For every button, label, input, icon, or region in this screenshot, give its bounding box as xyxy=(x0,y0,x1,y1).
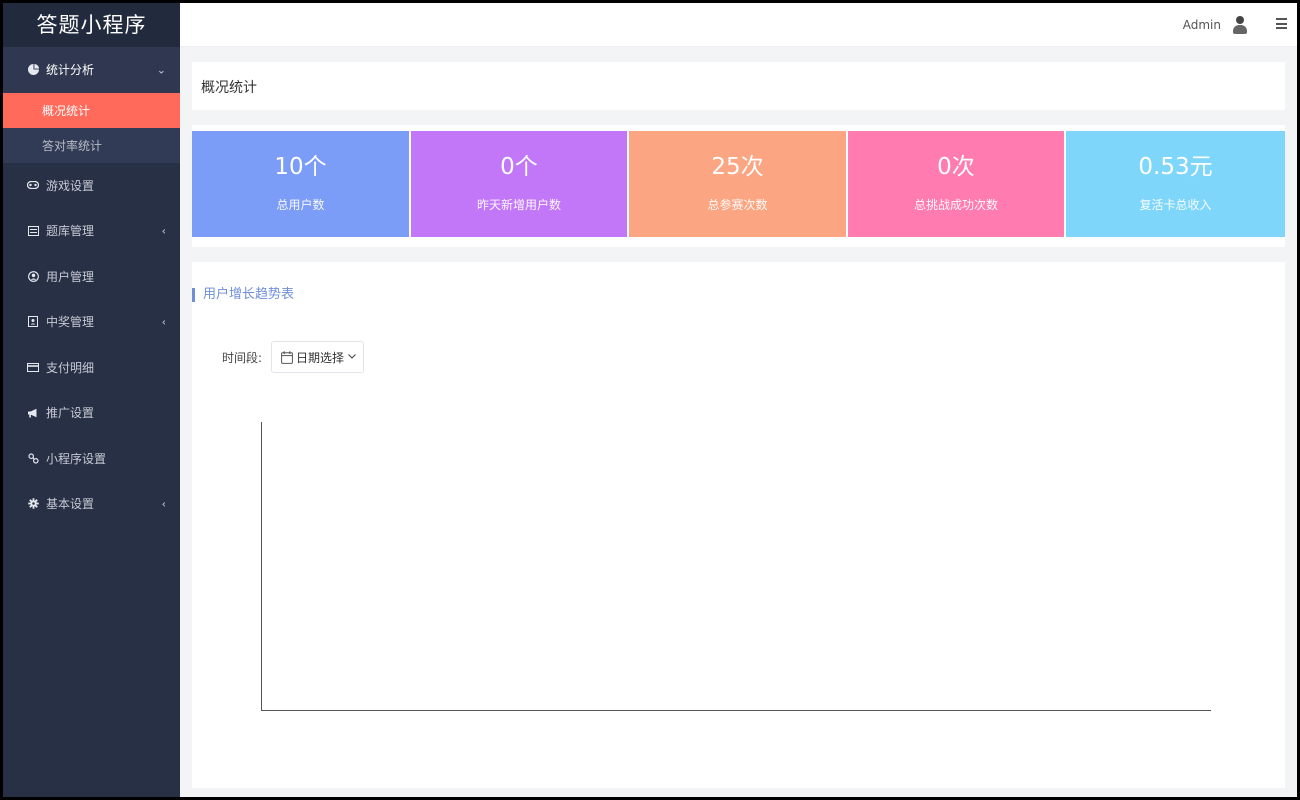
stats-panel: 10个 总用户数 0个 昨天新增用户数 25次 总参赛次数 0次 总挑战成功次数… xyxy=(192,125,1285,247)
growth-chart xyxy=(261,422,1211,711)
sidebar-item-label: 用户管理 xyxy=(46,269,95,284)
stat-label: 总用户数 xyxy=(276,198,325,212)
stat-label: 总挑战成功次数 xyxy=(913,198,998,212)
user-menu[interactable]: Admin xyxy=(1183,3,1247,47)
sidebar-item-label: 小程序设置 xyxy=(46,451,107,466)
sidebar-item-stats[interactable]: 统计分析 ⌄ xyxy=(3,47,180,93)
contact-card-icon xyxy=(27,316,39,328)
stat-value: 10个 xyxy=(274,154,327,180)
stat-label: 昨天新增用户数 xyxy=(476,198,561,212)
hamburger-menu-icon[interactable] xyxy=(1276,18,1287,29)
page-title-panel: 概况统计 xyxy=(192,62,1285,110)
sidebar-menu: 统计分析 ⌄ 概况统计 答对率统计 游戏设置 题库管理 ‹ 用户管理 中奖管理 … xyxy=(3,47,180,527)
sidebar-item-prizes[interactable]: 中奖管理 ‹ xyxy=(3,299,180,345)
sidebar-item-label: 统计分析 xyxy=(46,63,95,78)
sidebar-item-label: 支付明细 xyxy=(46,360,95,375)
sidebar: 答题小程序 统计分析 ⌄ 概况统计 答对率统计 游戏设置 题库管理 ‹ 用户管理… xyxy=(3,3,180,797)
gamepad-icon xyxy=(27,179,39,191)
stat-label: 复活卡总收入 xyxy=(1139,198,1212,212)
page-title: 概况统计 xyxy=(201,80,257,96)
user-circle-icon xyxy=(27,270,39,282)
submenu-stats: 概况统计 答对率统计 xyxy=(3,92,180,163)
sidebar-item-miniprogram[interactable]: 小程序设置 xyxy=(3,436,180,482)
user-growth-panel: 用户增长趋势表 时间段: 日期选择 xyxy=(192,262,1285,788)
sidebar-item-label: 题库管理 xyxy=(46,224,95,239)
stats-row: 10个 总用户数 0个 昨天新增用户数 25次 总参赛次数 0次 总挑战成功次数… xyxy=(192,131,1285,237)
stat-value: 0个 xyxy=(500,154,538,180)
app-frame: 答题小程序 统计分析 ⌄ 概况统计 答对率统计 游戏设置 题库管理 ‹ 用户管理… xyxy=(3,3,1297,797)
link-icon xyxy=(27,452,39,464)
sidebar-item-payments[interactable]: 支付明细 xyxy=(3,345,180,391)
stat-card-challenge-success: 0次 总挑战成功次数 xyxy=(848,131,1064,237)
stat-value: 0次 xyxy=(937,154,975,180)
stat-value: 0.53元 xyxy=(1138,154,1213,180)
sidebar-item-question-bank[interactable]: 题库管理 ‹ xyxy=(3,208,180,254)
stat-value: 25次 xyxy=(711,154,764,180)
chevron-left-icon: ‹ xyxy=(161,497,166,511)
stat-card-total-entries: 25次 总参赛次数 xyxy=(629,131,846,237)
list-icon xyxy=(27,225,39,237)
sidebar-item-label: 中奖管理 xyxy=(46,315,95,330)
megaphone-icon xyxy=(27,407,39,419)
subitem-overview[interactable]: 概况统计 xyxy=(3,92,180,128)
stat-card-revival-income: 0.53元 复活卡总收入 xyxy=(1066,131,1285,237)
avatar xyxy=(1233,16,1247,34)
chevron-left-icon: ‹ xyxy=(161,224,166,238)
credit-card-icon xyxy=(27,361,39,373)
sidebar-item-label: 基本设置 xyxy=(46,497,95,512)
sidebar-item-game[interactable]: 游戏设置 xyxy=(3,163,180,209)
stat-label: 总参赛次数 xyxy=(707,198,768,212)
chevron-left-icon: ‹ xyxy=(161,315,166,329)
stat-card-total-users: 10个 总用户数 xyxy=(192,131,409,237)
sidebar-item-label: 推广设置 xyxy=(46,406,95,421)
chevron-down-icon: ⌄ xyxy=(156,63,166,77)
sidebar-item-label: 游戏设置 xyxy=(46,178,95,193)
username: Admin xyxy=(1182,18,1221,32)
subitem-correct-rate[interactable]: 答对率统计 xyxy=(3,128,180,163)
topbar: Admin xyxy=(180,3,1297,47)
app-brand: 答题小程序 xyxy=(3,3,180,47)
sidebar-item-users[interactable]: 用户管理 xyxy=(3,254,180,300)
pie-chart-icon xyxy=(27,64,39,76)
stat-card-new-users: 0个 昨天新增用户数 xyxy=(411,131,627,237)
sidebar-item-promotion[interactable]: 推广设置 xyxy=(3,390,180,436)
sidebar-item-basic-settings[interactable]: 基本设置 ‹ xyxy=(3,481,180,527)
gear-icon xyxy=(27,498,39,510)
